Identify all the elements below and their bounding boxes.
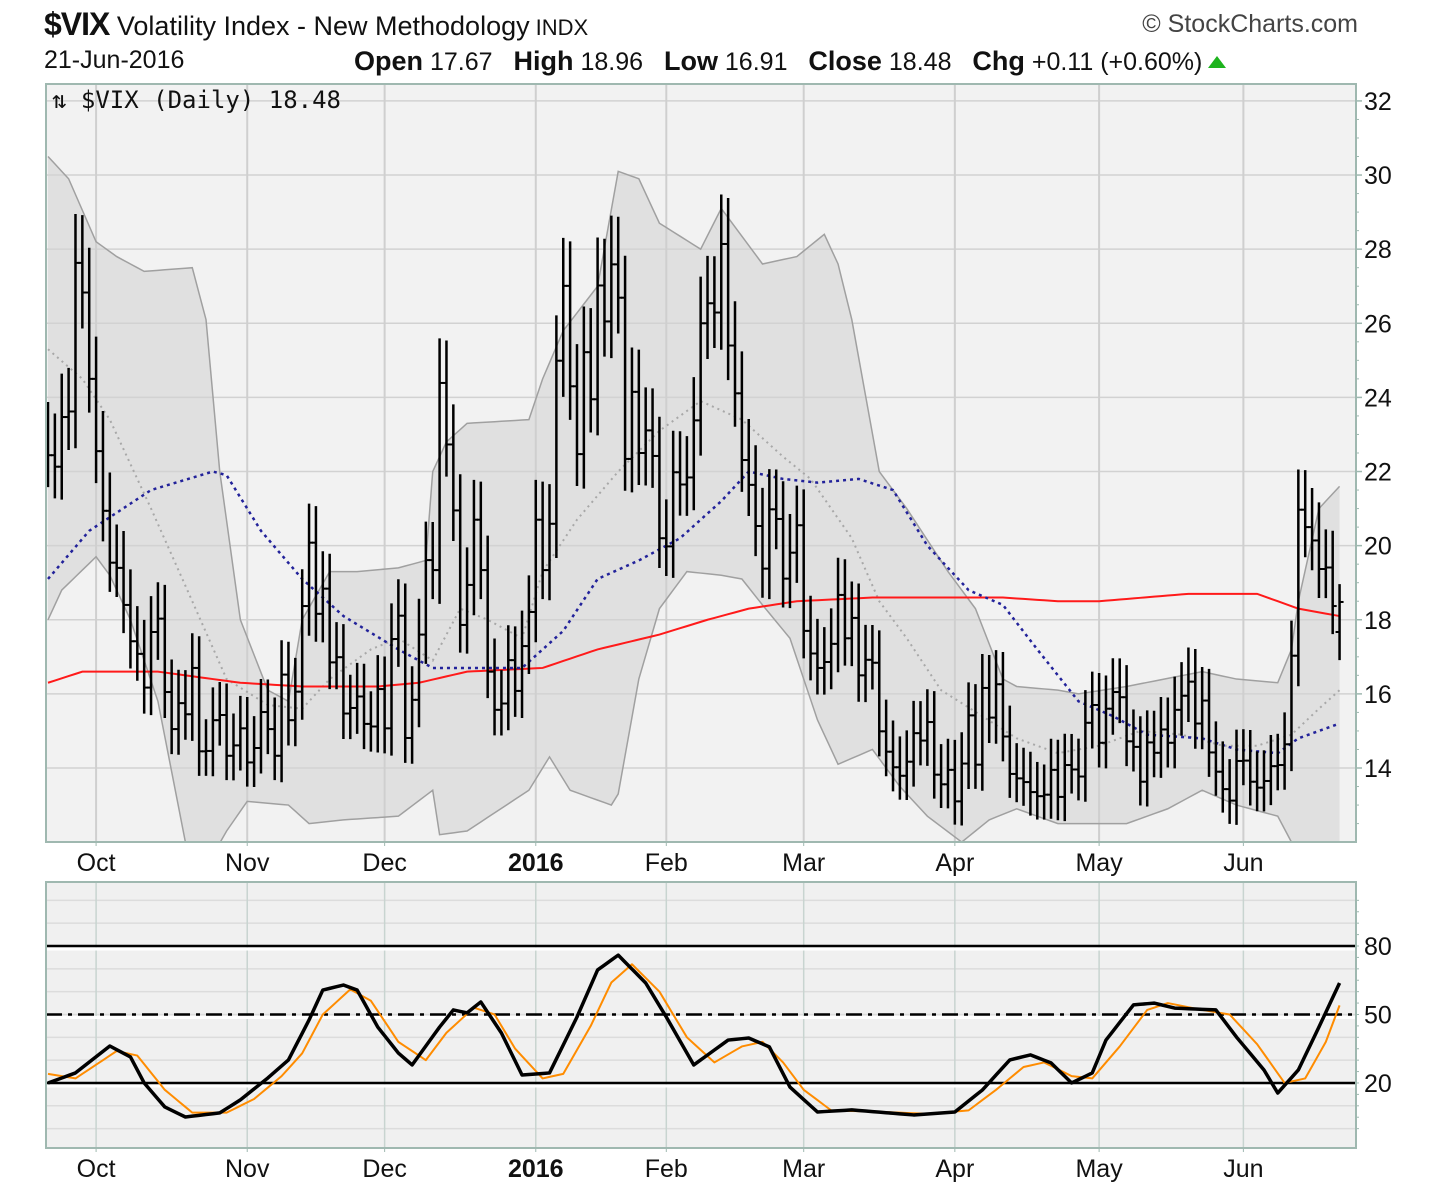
y-tick-label: 24 <box>1364 384 1392 412</box>
y-tick-label: 28 <box>1364 236 1392 264</box>
legend-text: $VIX (Daily) 18.48 <box>80 86 341 114</box>
stoch-y-label: 20 <box>1364 1070 1392 1098</box>
stoch-y-label: 50 <box>1364 1001 1392 1029</box>
month-label: 2016 <box>508 849 564 877</box>
month-label: Mar <box>782 849 825 877</box>
month-label: May <box>1075 1155 1123 1183</box>
up-down-arrows-icon: ⇅ <box>52 86 67 114</box>
month-label: 2016 <box>508 1155 564 1183</box>
month-label: Jun <box>1223 1155 1263 1183</box>
month-label: Apr <box>935 1155 974 1183</box>
y-tick-label: 30 <box>1364 162 1392 190</box>
month-label: Mar <box>782 1155 825 1183</box>
month-label: May <box>1075 849 1123 877</box>
y-tick-label: 14 <box>1364 755 1392 783</box>
y-tick-label: 16 <box>1364 681 1392 709</box>
price-legend: ⇅ $VIX (Daily) 18.48 <box>52 86 341 114</box>
y-tick-label: 20 <box>1364 533 1392 561</box>
stoch-y-label: 80 <box>1364 933 1392 961</box>
month-label: Dec <box>362 849 406 877</box>
y-tick-label: 32 <box>1364 88 1392 116</box>
month-label: Nov <box>225 1155 270 1183</box>
month-label: Oct <box>77 1155 116 1183</box>
y-tick-label: 18 <box>1364 607 1392 635</box>
month-label: Dec <box>362 1155 406 1183</box>
y-tick-label: 22 <box>1364 459 1392 487</box>
month-label: Nov <box>225 849 270 877</box>
month-label: Jun <box>1223 849 1263 877</box>
month-label: Feb <box>645 1155 688 1183</box>
month-label: Feb <box>645 849 688 877</box>
month-label: Apr <box>935 849 974 877</box>
y-tick-label: 26 <box>1364 310 1392 338</box>
month-label: Oct <box>77 849 116 877</box>
chart-canvas: 14 16 18 20 22 24 26 28 30 32 Oct Nov Dec 2016 Feb Mar A… <box>45 83 1392 1183</box>
